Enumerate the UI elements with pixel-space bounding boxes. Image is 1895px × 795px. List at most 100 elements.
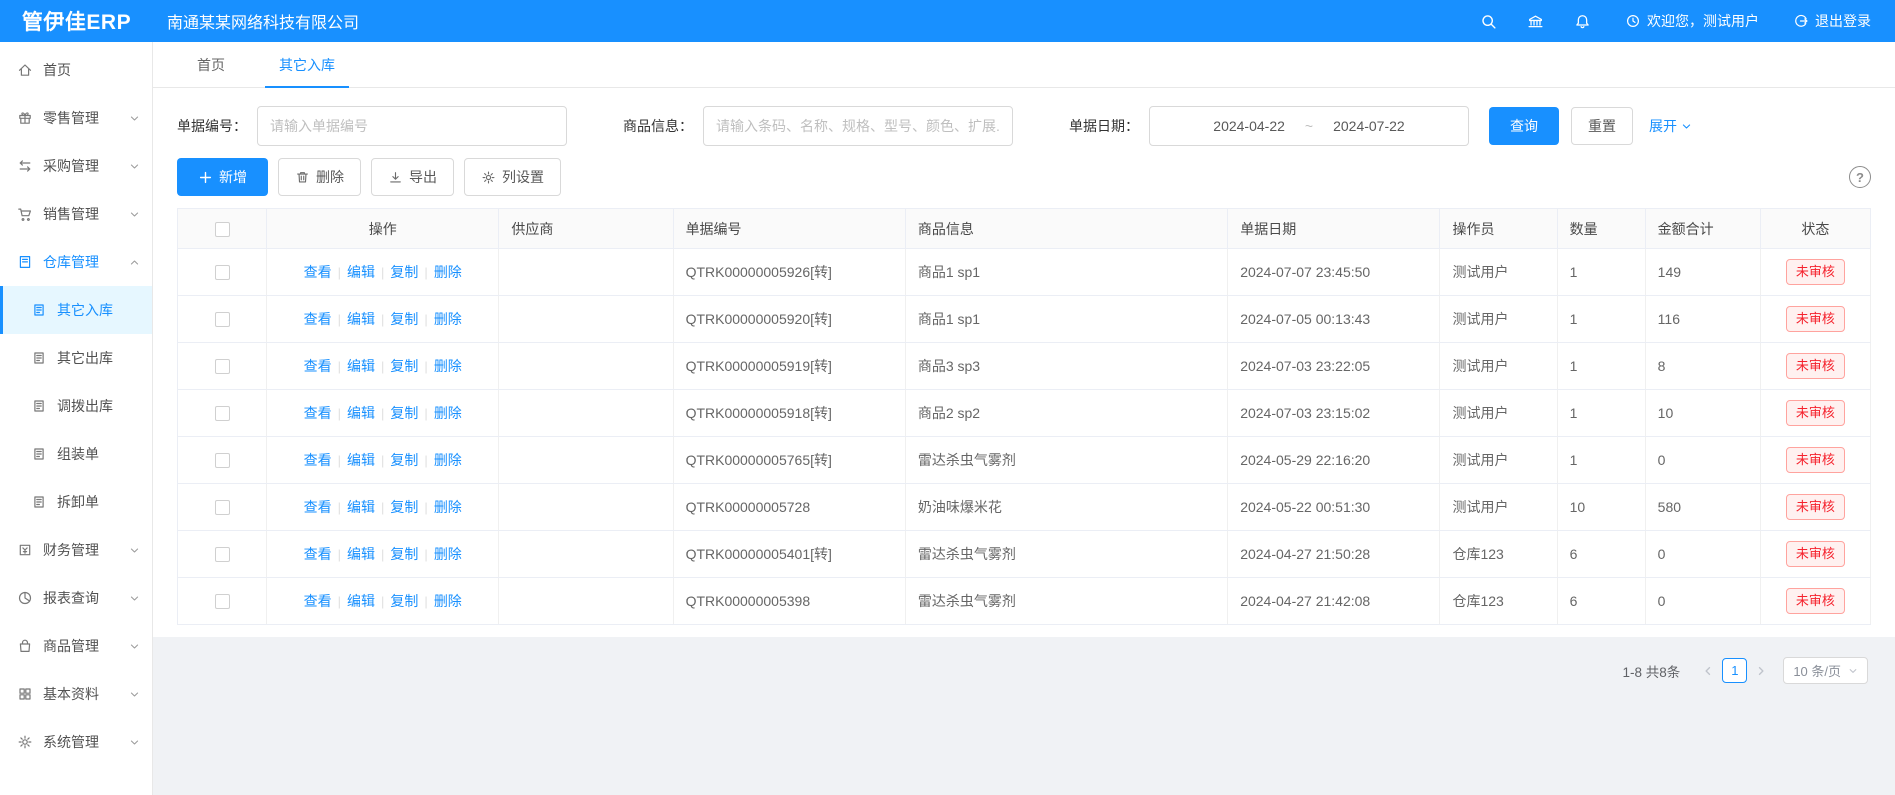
edit-link[interactable]: 编辑 <box>347 358 375 374</box>
view-link[interactable]: 查看 <box>304 358 332 374</box>
bell-icon[interactable] <box>1574 13 1591 30</box>
search-button[interactable]: 查询 <box>1489 107 1559 145</box>
row-checkbox-cell <box>178 390 267 437</box>
chevron-down-icon <box>129 113 140 124</box>
action-separator: | <box>424 453 427 468</box>
sidebar-item-goods[interactable]: 商品管理 <box>0 622 152 670</box>
sidebar-item-warehouse[interactable]: 仓库管理 <box>0 238 152 286</box>
row-checkbox[interactable] <box>215 547 230 562</box>
delete-link[interactable]: 删除 <box>434 452 462 468</box>
edit-link[interactable]: 编辑 <box>347 452 375 468</box>
welcome-user[interactable]: 欢迎您，测试用户 <box>1625 11 1759 31</box>
view-link[interactable]: 查看 <box>304 311 332 327</box>
status-cell: 未审核 <box>1760 249 1870 296</box>
sidebar-item-basic-data[interactable]: 基本资料 <box>0 670 152 718</box>
bank-icon[interactable] <box>1527 13 1544 30</box>
sidebar-item-sales[interactable]: 销售管理 <box>0 190 152 238</box>
help-icon[interactable]: ? <box>1849 166 1871 188</box>
tab-other-inbound[interactable]: 其它入库 <box>259 42 355 87</box>
tab-home[interactable]: 首页 <box>177 42 245 87</box>
row-checkbox[interactable] <box>215 453 230 468</box>
sidebar-item-assembly[interactable]: 组装单 <box>0 430 152 478</box>
action-separator: | <box>424 359 427 374</box>
top-header: 管伊佳ERP 南通某某网络科技有限公司 欢迎您，测试用户 退出登录 <box>0 0 1895 42</box>
delete-link[interactable]: 删除 <box>434 405 462 421</box>
row-checkbox[interactable] <box>215 500 230 515</box>
page-number[interactable]: 1 <box>1722 658 1747 683</box>
view-link[interactable]: 查看 <box>304 264 332 280</box>
delete-link[interactable]: 删除 <box>434 264 462 280</box>
row-checkbox-cell <box>178 531 267 578</box>
sidebar-item-system[interactable]: 系统管理 <box>0 718 152 766</box>
sidebar-item-other-inbound[interactable]: 其它入库 <box>0 286 152 334</box>
edit-link[interactable]: 编辑 <box>347 405 375 421</box>
copy-link[interactable]: 复制 <box>390 593 418 609</box>
sidebar-item-disassembly[interactable]: 拆卸单 <box>0 478 152 526</box>
delete-link[interactable]: 删除 <box>434 311 462 327</box>
gear-icon <box>481 170 496 185</box>
select-all-checkbox[interactable] <box>215 222 230 237</box>
sidebar-item-retail[interactable]: 零售管理 <box>0 94 152 142</box>
sidebar-item-finance[interactable]: 财务管理 <box>0 526 152 574</box>
row-checkbox[interactable] <box>215 265 230 280</box>
copy-link[interactable]: 复制 <box>390 499 418 515</box>
column-header: 供应商 <box>499 209 673 249</box>
sidebar-item-reports[interactable]: 报表查询 <box>0 574 152 622</box>
sidebar: 首页零售管理采购管理销售管理仓库管理其它入库其它出库调拨出库组装单拆卸单财务管理… <box>0 42 153 795</box>
date-range-picker[interactable]: 2024-04-22 ~ 2024-07-22 <box>1149 106 1469 146</box>
view-link[interactable]: 查看 <box>304 405 332 421</box>
row-checkbox[interactable] <box>215 594 230 609</box>
product-input[interactable] <box>703 106 1013 146</box>
row-checkbox-cell <box>178 343 267 390</box>
sidebar-item-other-outbound[interactable]: 其它出库 <box>0 334 152 382</box>
copy-link[interactable]: 复制 <box>390 264 418 280</box>
sidebar-item-transfer-outbound[interactable]: 调拨出库 <box>0 382 152 430</box>
add-button[interactable]: 新增 <box>177 158 268 196</box>
sidebar-item-purchase[interactable]: 采购管理 <box>0 142 152 190</box>
delete-link[interactable]: 删除 <box>434 593 462 609</box>
row-checkbox[interactable] <box>215 312 230 327</box>
doc-icon <box>31 302 47 318</box>
search-icon[interactable] <box>1480 13 1497 30</box>
sidebar-item-label: 财务管理 <box>43 540 129 560</box>
delete-link[interactable]: 删除 <box>434 358 462 374</box>
sidebar-item-home[interactable]: 首页 <box>0 46 152 94</box>
edit-link[interactable]: 编辑 <box>347 311 375 327</box>
reset-button[interactable]: 重置 <box>1571 107 1633 145</box>
logout-button[interactable]: 退出登录 <box>1793 11 1871 31</box>
sidebar-item-label: 调拨出库 <box>57 396 140 416</box>
copy-link[interactable]: 复制 <box>390 311 418 327</box>
view-link[interactable]: 查看 <box>304 546 332 562</box>
delete-link[interactable]: 删除 <box>434 546 462 562</box>
bill-no-cell: QTRK00000005401[转] <box>673 531 905 578</box>
operator-cell: 测试用户 <box>1440 343 1557 390</box>
row-checkbox[interactable] <box>215 406 230 421</box>
view-link[interactable]: 查看 <box>304 593 332 609</box>
copy-link[interactable]: 复制 <box>390 546 418 562</box>
export-button[interactable]: 导出 <box>371 158 454 196</box>
edit-link[interactable]: 编辑 <box>347 546 375 562</box>
expand-link[interactable]: 展开 <box>1649 116 1692 136</box>
view-link[interactable]: 查看 <box>304 452 332 468</box>
copy-link[interactable]: 复制 <box>390 452 418 468</box>
edit-link[interactable]: 编辑 <box>347 593 375 609</box>
copy-link[interactable]: 复制 <box>390 405 418 421</box>
status-cell: 未审核 <box>1760 296 1870 343</box>
bill-no-input[interactable] <box>257 106 567 146</box>
copy-link[interactable]: 复制 <box>390 358 418 374</box>
row-checkbox[interactable] <box>215 359 230 374</box>
edit-link[interactable]: 编辑 <box>347 264 375 280</box>
view-link[interactable]: 查看 <box>304 499 332 515</box>
column-header: 金额合计 <box>1645 209 1760 249</box>
delete-button[interactable]: 删除 <box>278 158 361 196</box>
edit-link[interactable]: 编辑 <box>347 499 375 515</box>
prev-page-icon[interactable] <box>1702 665 1714 677</box>
qty-cell: 1 <box>1557 296 1645 343</box>
delete-link[interactable]: 删除 <box>434 499 462 515</box>
sidebar-item-label: 商品管理 <box>43 636 129 656</box>
row-actions-cell: 查看|编辑|复制|删除 <box>267 578 499 625</box>
column-settings-label: 列设置 <box>502 167 544 187</box>
page-size-select[interactable]: 10 条/页 <box>1783 657 1868 684</box>
column-settings-button[interactable]: 列设置 <box>464 158 561 196</box>
next-page-icon[interactable] <box>1755 665 1767 677</box>
